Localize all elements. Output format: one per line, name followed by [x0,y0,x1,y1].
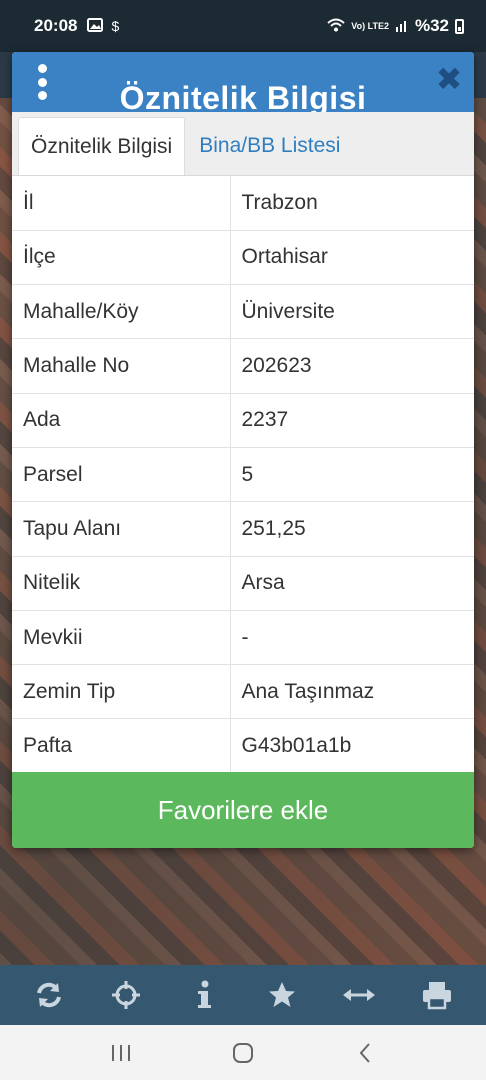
battery-percent: %32 [414,16,449,35]
attribute-value: 5 [230,447,474,503]
wifi-icon [327,18,345,35]
table-row: Ada 2237 [12,393,474,448]
dialog-header: Öznitelik Bilgisi ✖ [12,52,474,112]
home-icon[interactable] [223,1033,263,1073]
attribute-key: Nitelik [12,556,231,611]
info-icon[interactable] [179,970,229,1020]
table-row: İlçe Ortahisar [12,230,474,286]
attribute-key: Parsel [12,447,231,503]
gallery-notification-icon [87,17,104,35]
attribute-key: Mahalle No [12,338,231,394]
attribute-key: Ada [12,393,231,448]
signal-icon [395,18,409,35]
attribute-value: Üniversite [230,284,474,340]
star-icon[interactable] [257,970,307,1020]
refresh-icon[interactable] [24,970,74,1020]
table-row: Pafta G43b01a1b [12,718,474,774]
usb-dollar-icon: $ [111,18,120,34]
map-toolbar [0,965,486,1025]
table-row: Tapu Alanı 251,25 [12,501,474,557]
crosshair-icon[interactable] [101,970,151,1020]
attribute-value: Ana Taşınmaz [230,664,474,720]
attribute-value: 251,25 [230,501,474,557]
attribute-key: Mevkii [12,610,231,666]
tab-building-list[interactable]: Bina/BB Listesi [187,117,352,175]
attribute-key: Mahalle/Köy [12,284,231,340]
table-row: Mevkii - [12,610,474,666]
attribute-key: Pafta [12,718,231,774]
attribute-key: Tapu Alanı [12,501,231,557]
status-bar: 20:08 $ Vo) LTE2 %32 [0,0,486,52]
attribute-info-dialog: Öznitelik Bilgisi ✖ Öznitelik Bilgisi Bi… [12,52,474,848]
attribute-value: Ortahisar [230,230,474,286]
close-icon[interactable]: ✖ [434,63,464,95]
measure-icon[interactable] [334,970,384,1020]
table-row: Mahalle/Köy Üniversite [12,284,474,340]
attribute-table: İl Trabzon İlçe Ortahisar Mahalle/Köy Ünivers… [12,176,474,774]
attribute-value: 2237 [230,393,474,448]
table-row: Zemin Tip Ana Taşınmaz [12,664,474,720]
dialog-title: Öznitelik Bilgisi [119,80,367,112]
recent-apps-icon[interactable] [101,1033,141,1073]
attribute-key: Zemin Tip [12,664,231,720]
table-row: Parsel 5 [12,447,474,503]
attribute-value: Trabzon [230,176,474,231]
network-label: Vo) LTE2 [351,20,389,31]
tab-attribute-info[interactable]: Öznitelik Bilgisi [18,117,186,175]
table-row: İl Trabzon [12,176,474,231]
attribute-key: İl [12,176,231,231]
table-row: Mahalle No 202623 [12,338,474,394]
back-icon[interactable] [345,1033,385,1073]
attribute-key: İlçe [12,230,231,286]
attribute-value: 202623 [230,338,474,394]
table-row: Nitelik Arsa [12,556,474,611]
attribute-value: G43b01a1b [230,718,474,774]
tab-bar: Öznitelik Bilgisi Bina/BB Listesi [12,112,474,176]
system-navigation-bar [0,1025,486,1080]
attribute-value: - [230,610,474,666]
add-to-favorites-button[interactable]: Favorilere ekle [12,772,474,848]
print-icon[interactable] [412,970,462,1020]
attribute-value: Arsa [230,556,474,611]
battery-icon [455,18,464,34]
status-time: 20:08 [34,16,78,35]
